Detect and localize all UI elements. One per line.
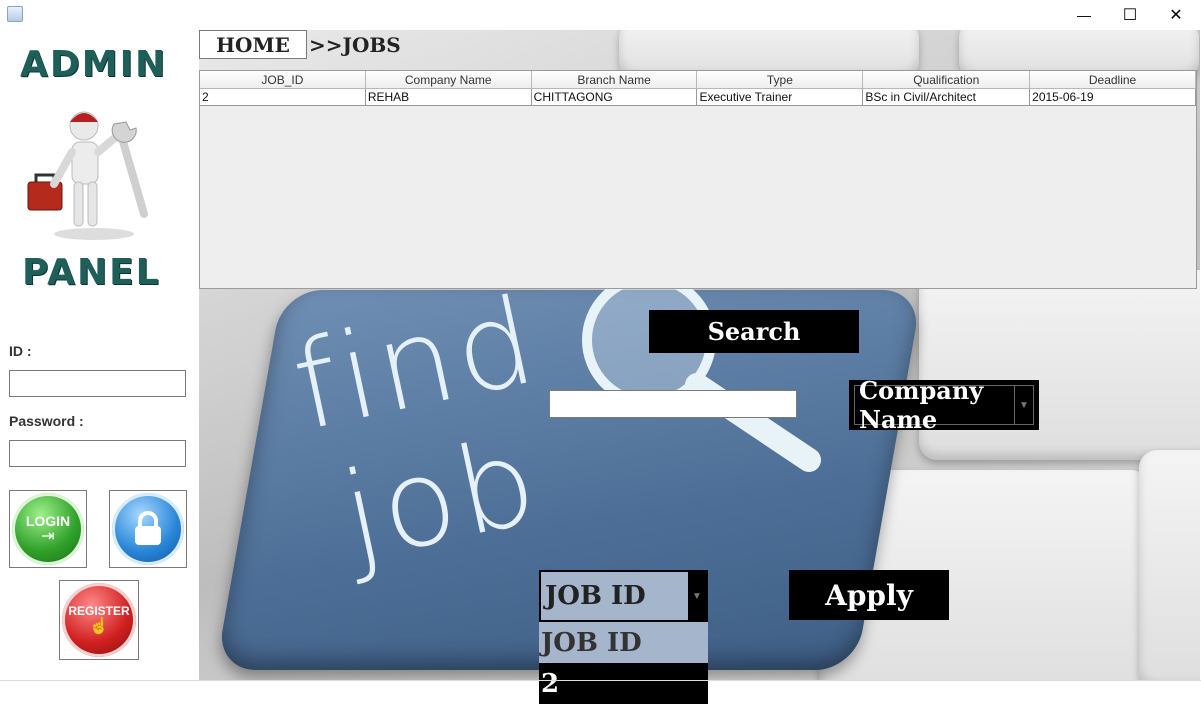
table-header: JOB_ID Company Name Branch Name Type Qua… — [200, 71, 1196, 89]
cell-qualification[interactable]: BSc in Civil/Architect — [863, 89, 1031, 106]
job-id-dropdown-list: JOB ID 2 — [539, 622, 708, 704]
cell-branch-name[interactable]: CHITTAGONG — [531, 89, 698, 106]
close-icon: ✕ — [1169, 7, 1183, 24]
id-label: ID : — [9, 343, 32, 359]
chevron-down-icon: ▼ — [688, 572, 706, 620]
background-key — [1139, 450, 1200, 680]
logo-admin-text: ADMIN — [20, 44, 168, 85]
title-bar: — ☐ ✕ — [0, 0, 1201, 30]
search-input[interactable] — [549, 390, 797, 418]
login-icon: ⇥ — [41, 528, 55, 545]
status-strip — [0, 680, 1201, 681]
dropdown-option-2[interactable]: 2 — [539, 663, 708, 704]
maximize-icon: ☐ — [1122, 7, 1138, 24]
lock-icon — [135, 511, 161, 545]
java-app-icon — [7, 6, 23, 22]
jobs-table[interactable]: JOB_ID Company Name Branch Name Type Qua… — [199, 70, 1197, 289]
logo-panel-text: PANEL — [22, 252, 161, 293]
cell-type[interactable]: Executive Trainer — [697, 89, 864, 106]
jobs-breadcrumb: >>JOBS — [309, 32, 401, 57]
search-filter-value: Company Name — [859, 376, 984, 434]
column-header-branch-name[interactable]: Branch Name — [531, 71, 698, 89]
cell-company-name[interactable]: REHAB — [365, 89, 532, 106]
chevron-down-icon: ▼ — [1014, 386, 1033, 424]
main-panel: find job HOME >>JOBS JOB_ID Company Name… — [199, 30, 1200, 680]
register-label: REGISTER — [68, 604, 130, 618]
password-label: Password : — [9, 413, 84, 429]
table-row[interactable]: 2 REHAB CHITTAGONG Executive Trainer BSc… — [200, 89, 1196, 106]
column-header-job-id[interactable]: JOB_ID — [200, 71, 366, 89]
id-field[interactable] — [9, 370, 186, 397]
search-filter-select[interactable]: Company Name ▼ — [849, 376, 1039, 434]
column-header-qualification[interactable]: Qualification — [863, 71, 1031, 89]
dropdown-option-job-id[interactable]: JOB ID — [539, 622, 708, 663]
sidebar: ADMIN PANEL ID : Password : LOGIN ⇥ REGI… — [0, 30, 199, 680]
password-field[interactable] — [9, 440, 186, 467]
minimize-icon: — — [1077, 7, 1091, 23]
pointer-hand-icon: ☝ — [89, 618, 109, 635]
job-id-select[interactable]: JOB ID ▼ — [539, 570, 708, 622]
column-header-deadline[interactable]: Deadline — [1030, 71, 1196, 89]
search-button[interactable]: Search — [649, 310, 859, 353]
maximize-button[interactable]: ☐ — [1107, 0, 1153, 30]
login-label: LOGIN — [25, 513, 71, 529]
column-header-company-name[interactable]: Company Name — [365, 71, 532, 89]
cell-deadline[interactable]: 2015-06-19 — [1030, 89, 1196, 106]
cell-job-id[interactable]: 2 — [200, 89, 366, 106]
admin-mechanic-icon — [27, 111, 148, 240]
register-button[interactable]: REGISTER ☝ — [59, 580, 139, 660]
login-button[interactable]: LOGIN ⇥ — [9, 490, 87, 568]
apply-button[interactable]: Apply — [789, 570, 949, 620]
home-breadcrumb-button[interactable]: HOME — [199, 30, 307, 59]
column-header-type[interactable]: Type — [697, 71, 864, 89]
minimize-button[interactable]: — — [1061, 0, 1107, 30]
job-id-select-value: JOB ID — [545, 581, 646, 611]
lock-button[interactable] — [109, 490, 187, 568]
close-button[interactable]: ✕ — [1153, 0, 1199, 30]
